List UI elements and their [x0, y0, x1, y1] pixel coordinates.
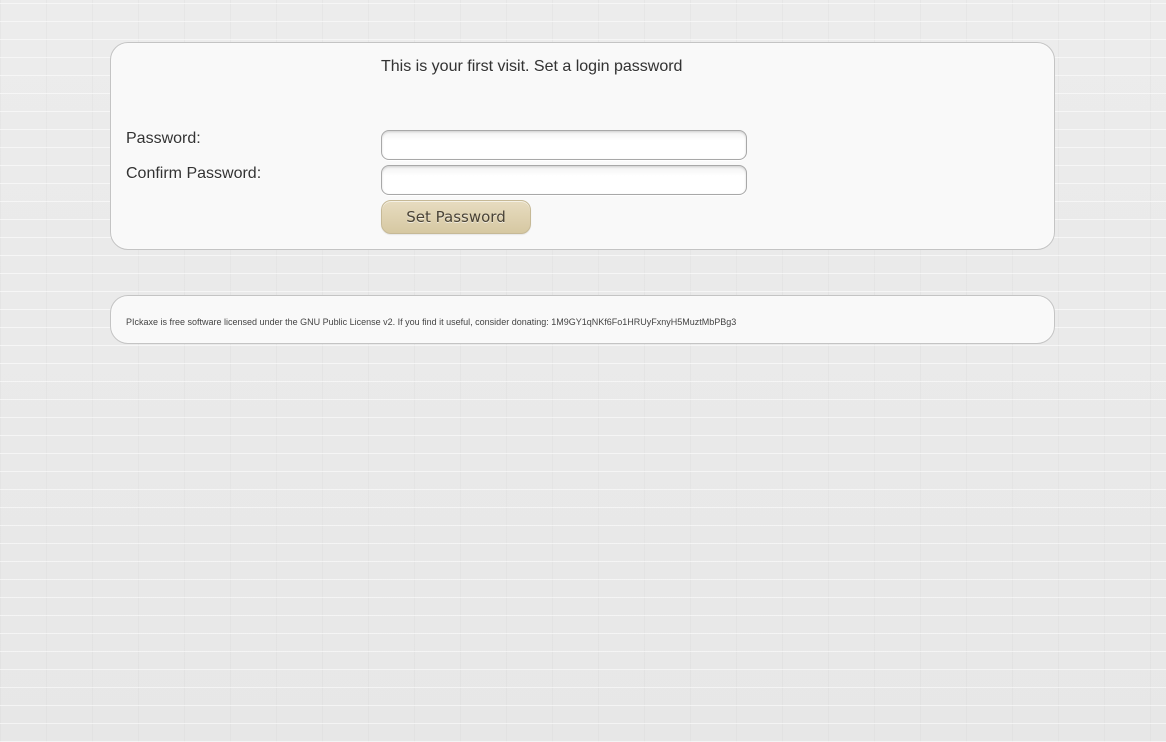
set-password-button[interactable]: Set Password: [381, 200, 531, 234]
password-label: Password:: [126, 130, 201, 147]
license-notice: PIckaxe is free software licensed under …: [126, 317, 737, 327]
footer-panel: PIckaxe is free software licensed under …: [110, 295, 1055, 344]
confirm-password-label: Confirm Password:: [126, 165, 262, 182]
password-input[interactable]: [381, 130, 747, 160]
login-panel: This is your first visit. Set a login pa…: [110, 42, 1055, 250]
confirm-password-input[interactable]: [381, 165, 747, 195]
page-heading: This is your first visit. Set a login pa…: [381, 58, 683, 75]
